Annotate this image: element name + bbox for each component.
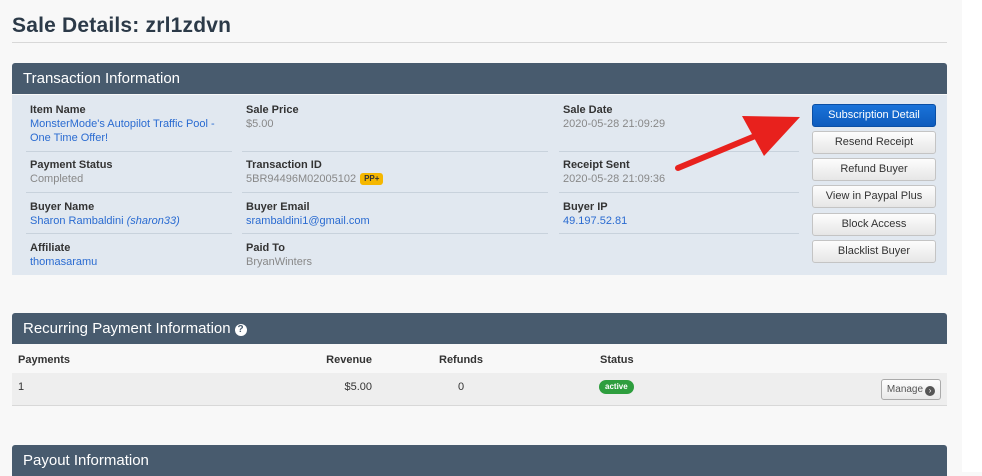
column-header-revenue: Revenue [326, 354, 372, 366]
affiliate-label: Affiliate [30, 242, 71, 254]
buyer-ip-label: Buyer IP [563, 201, 608, 213]
subscription-detail-button[interactable]: Subscription Detail [812, 104, 936, 127]
status-badge: active [599, 380, 634, 394]
buyer-ip-link[interactable]: 49.197.52.81 [563, 214, 793, 228]
buyer-email-field: Buyer Email srambaldini1@gmail.com [246, 200, 546, 228]
item-name-link[interactable]: MonsterMode's Autopilot Traffic Pool - O… [30, 117, 230, 145]
buyer-email-link[interactable]: srambaldini1@gmail.com [246, 214, 546, 228]
transaction-panel-header: Transaction Information [12, 63, 947, 94]
recurring-table-header: Payments Revenue Refunds Status [12, 344, 947, 374]
paid-to-label: Paid To [246, 242, 285, 254]
buyer-name-link[interactable]: Sharon Rambaldini [30, 215, 124, 227]
recurring-panel-title: Recurring Payment Information [23, 320, 231, 337]
row-separator [26, 233, 232, 234]
view-paypal-plus-button[interactable]: View in Paypal Plus [812, 185, 936, 208]
transaction-id-label: Transaction ID [246, 159, 322, 171]
row-separator [26, 151, 232, 152]
paypal-plus-badge[interactable]: PP+ [360, 173, 384, 185]
column-header-status: Status [600, 354, 634, 366]
buyer-email-label: Buyer Email [246, 201, 310, 213]
payment-status-value: Completed [30, 173, 84, 185]
affiliate-link[interactable]: thomasaramu [30, 255, 230, 269]
payout-panel-title: Payout Information [23, 452, 149, 469]
row-separator [559, 192, 799, 193]
column-header-payments: Payments [18, 354, 70, 366]
transaction-id-value: 5BR94496M02005102 [246, 173, 357, 185]
buyer-name-field: Buyer Name Sharon Rambaldini (sharon33) [30, 200, 230, 228]
buyer-name-label: Buyer Name [30, 201, 95, 213]
affiliate-field: Affiliate thomasaramu [30, 241, 230, 269]
blacklist-buyer-button[interactable]: Blacklist Buyer [812, 240, 936, 263]
page-title: Sale Details: zrl1zdvn [12, 14, 232, 37]
transaction-panel-title: Transaction Information [23, 70, 181, 87]
row-separator [26, 192, 232, 193]
item-name-field: Item Name MonsterMode's Autopilot Traffi… [30, 103, 230, 145]
block-access-button[interactable]: Block Access [812, 213, 936, 236]
row-separator [559, 233, 799, 234]
row-separator [242, 151, 548, 152]
item-name-label: Item Name [30, 104, 86, 116]
red-arrow-annotation [675, 116, 800, 171]
refund-buyer-button[interactable]: Refund Buyer [812, 158, 936, 181]
payment-status-field: Payment Status Completed [30, 158, 230, 186]
question-circle-icon[interactable]: ? [234, 324, 247, 336]
payments-cell: 1 [18, 381, 25, 393]
sale-price-label: Sale Price [246, 104, 299, 116]
buyer-username[interactable]: (sharon33) [127, 215, 180, 227]
paid-to-field: Paid To BryanWinters [246, 241, 546, 269]
manage-label: Manage [886, 384, 924, 395]
row-separator [242, 233, 548, 234]
table-row: 1 $5.00 0 active Manage › [12, 373, 947, 406]
buyer-ip-field: Buyer IP 49.197.52.81 [563, 200, 793, 228]
buyer-name-row: Sharon Rambaldini (sharon33) [30, 214, 230, 228]
row-separator [242, 192, 548, 193]
paid-to-value: BryanWinters [246, 256, 313, 268]
payout-panel-header: Payout Information [12, 445, 947, 476]
sale-price-value: $5.00 [246, 118, 274, 130]
title-divider [12, 42, 947, 43]
chevron-right-circle-icon: › [925, 386, 936, 396]
revenue-cell: $5.00 [344, 381, 372, 393]
payment-status-label: Payment Status [30, 159, 113, 171]
resend-receipt-button[interactable]: Resend Receipt [812, 131, 936, 154]
transaction-id-field: Transaction ID 5BR94496M02005102 PP+ [246, 158, 546, 186]
recurring-panel-header: Recurring Payment Information? [12, 313, 947, 344]
refunds-cell: 0 [458, 381, 465, 393]
manage-button[interactable]: Manage › [881, 379, 941, 400]
sale-price-field: Sale Price $5.00 [246, 103, 546, 131]
transaction-id-row: 5BR94496M02005102 PP+ [246, 172, 546, 186]
column-header-refunds: Refunds [439, 354, 483, 366]
page-right-margin [962, 0, 982, 472]
